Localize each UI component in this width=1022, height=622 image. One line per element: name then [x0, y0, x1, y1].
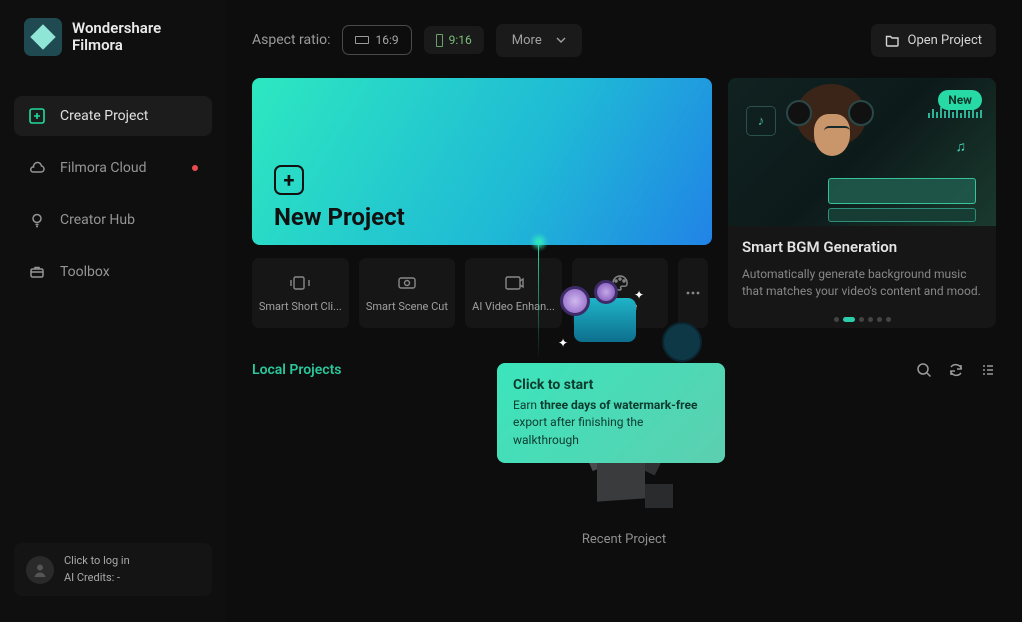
nav-label: Toolbox [60, 264, 110, 280]
carousel-dots[interactable] [728, 307, 996, 326]
nav-label: Create Project [60, 108, 148, 124]
callout-body: Earn three days of watermark-free export… [513, 397, 709, 449]
list-icon [980, 362, 996, 378]
search-icon [916, 362, 932, 378]
refresh-icon [948, 362, 964, 378]
nav-label: Filmora Cloud [60, 160, 146, 176]
refresh-button[interactable] [948, 362, 964, 378]
new-project-card[interactable]: + New Project [252, 78, 712, 245]
nav-toolbox[interactable]: Toolbox [14, 252, 212, 292]
app-logo: Wondershare Filmora [24, 18, 212, 56]
chevron-down-icon [556, 37, 566, 43]
folder-icon [885, 34, 900, 47]
landscape-ratio-icon [355, 36, 369, 44]
user-text: Click to log in AI Credits: - [64, 553, 130, 586]
sidebar: Wondershare Filmora Create Project Filmo… [0, 0, 226, 622]
clip-icon [289, 274, 311, 292]
feature-title: Smart BGM Generation [742, 238, 982, 256]
camera-illustration-icon: ✦ ✦ [560, 280, 710, 366]
nav-filmora-cloud[interactable]: Filmora Cloud [14, 148, 212, 188]
music-box-icon: ♪ [746, 106, 776, 136]
new-badge: New [938, 90, 982, 110]
walkthrough-callout[interactable]: Click to start Earn three days of waterm… [497, 363, 725, 463]
music-note-icon: ♫ [956, 138, 967, 155]
nav-creator-hub[interactable]: Creator Hub [14, 200, 212, 240]
plus-square-icon [28, 107, 46, 125]
search-button[interactable] [916, 362, 932, 378]
aspect-more-button[interactable]: More [496, 24, 582, 57]
login-box[interactable]: Click to log in AI Credits: - [14, 543, 212, 596]
enhance-icon [503, 274, 525, 292]
open-project-button[interactable]: Open Project [871, 24, 997, 57]
tour-connector-line-icon [538, 240, 539, 360]
feature-description: Automatically generate background music … [742, 266, 982, 301]
portrait-ratio-icon [436, 34, 443, 47]
list-view-button[interactable] [980, 362, 996, 378]
topbar: Aspect ratio: 16:9 9:16 More Open Projec… [252, 20, 996, 60]
tour-anchor-dot-icon [529, 232, 549, 252]
avatar-icon [26, 556, 54, 584]
empty-text: Recent Project [252, 532, 996, 547]
plus-icon: + [274, 165, 304, 195]
aspect-9-16-button[interactable]: 9:16 [424, 26, 484, 54]
cloud-icon [28, 159, 46, 177]
notification-dot-icon [192, 165, 198, 171]
aspect-ratio-label: Aspect ratio: [252, 32, 330, 48]
local-projects-label: Local Projects [252, 362, 342, 378]
callout-title: Click to start [513, 377, 709, 393]
logo-text: Wondershare Filmora [72, 20, 161, 55]
nav-label: Creator Hub [60, 212, 135, 228]
tool-smart-scene-cut[interactable]: Smart Scene Cut [359, 258, 456, 328]
feature-card[interactable]: ♪ ♫ New Smart BGM Generation Automatical… [728, 78, 996, 328]
tool-smart-short-clip[interactable]: Smart Short Cli... [252, 258, 349, 328]
logo-badge-icon [24, 18, 62, 56]
toolbox-icon [28, 263, 46, 281]
tool-ai-video-enhance[interactable]: AI Video Enhan... [465, 258, 562, 328]
bulb-icon [28, 211, 46, 229]
scene-cut-icon [396, 274, 418, 292]
aspect-16-9-button[interactable]: 16:9 [342, 25, 411, 55]
nav-create-project[interactable]: Create Project [14, 96, 212, 136]
new-project-title: New Project [274, 203, 690, 231]
feature-image: ♪ ♫ New [728, 78, 996, 226]
